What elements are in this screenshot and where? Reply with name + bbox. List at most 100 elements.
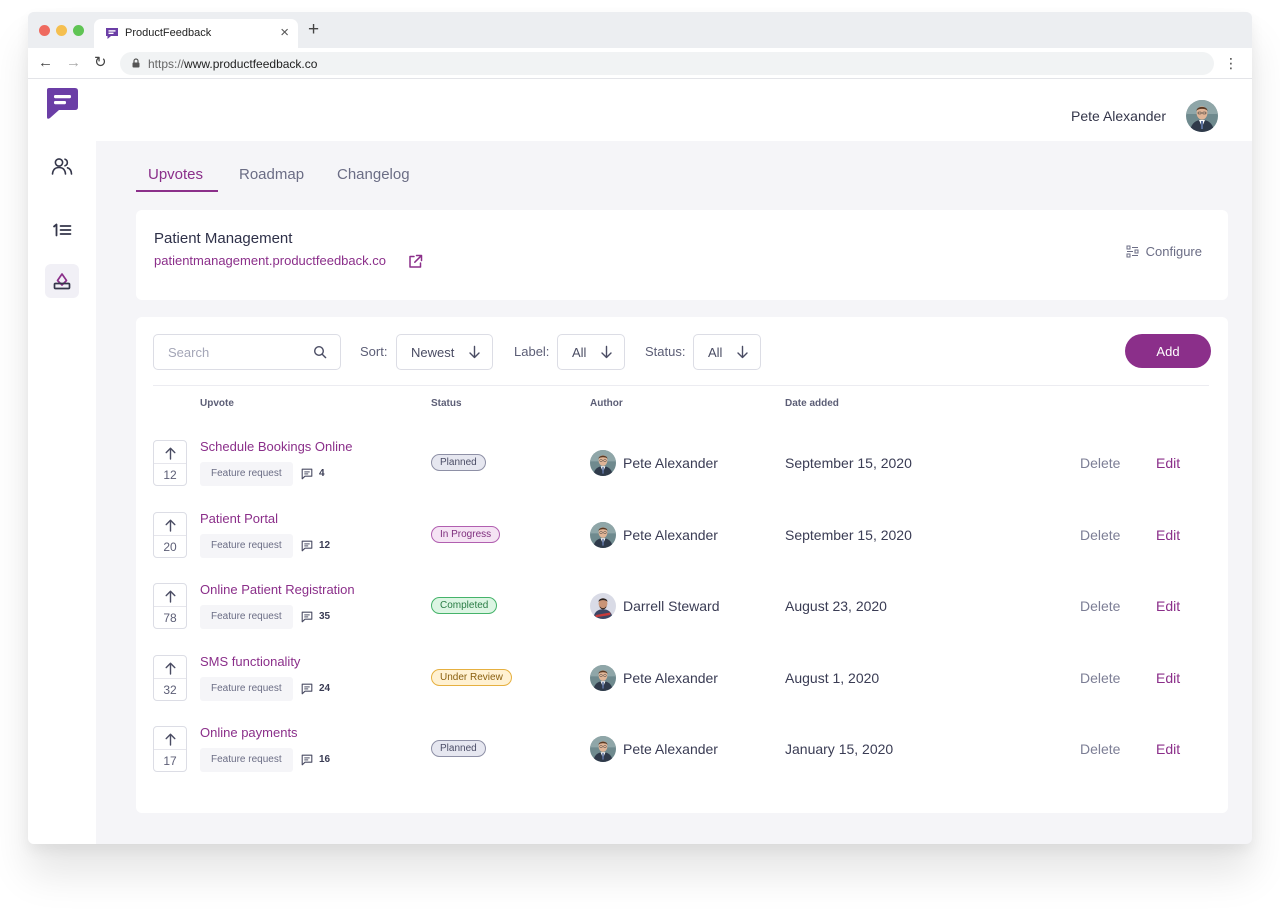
lock-icon	[132, 58, 140, 68]
delete-button[interactable]: Delete	[1080, 455, 1120, 471]
current-user-name[interactable]: Pete Alexander	[1071, 108, 1166, 124]
label-chip: Feature request	[200, 462, 293, 486]
column-header-author: Author	[590, 398, 623, 409]
tab-changelog[interactable]: Changelog	[337, 166, 410, 183]
avatar	[590, 665, 616, 691]
author-avatar-image	[590, 522, 616, 548]
table-row: 78 Online Patient Registration Feature r…	[136, 582, 1228, 655]
arrow-up-icon	[165, 519, 176, 532]
arrow-up-icon	[165, 447, 176, 460]
upvote-divider	[154, 606, 186, 607]
request-title[interactable]: SMS functionality	[200, 654, 300, 669]
arrow-up-icon	[165, 662, 176, 675]
status-badge: In Progress	[431, 526, 501, 543]
sidebar-item-users[interactable]	[45, 149, 79, 183]
active-tab-indicator	[136, 190, 218, 192]
column-header-upvote: Upvote	[200, 398, 234, 409]
sidebar-item-roadmap[interactable]	[45, 213, 79, 247]
request-title[interactable]: Online payments	[200, 725, 298, 740]
status-filter-label: Status:	[645, 344, 686, 359]
comment-icon	[301, 540, 313, 552]
table-row: 12 Schedule Bookings Online Feature requ…	[136, 439, 1228, 512]
comment-icon	[301, 611, 313, 623]
upvote-button[interactable]: 17	[153, 726, 187, 772]
browser-menu-icon[interactable]: ⋮	[1224, 53, 1238, 73]
avatar	[590, 736, 616, 762]
upvote-divider	[154, 463, 186, 464]
browser-tab-title: ProductFeedback	[125, 27, 212, 39]
edit-button[interactable]: Edit	[1156, 598, 1180, 614]
logo-icon[interactable]	[45, 87, 79, 121]
avatar	[590, 593, 616, 619]
upvote-divider	[154, 749, 186, 750]
project-card: Patient Management patientmanagement.pro…	[136, 210, 1228, 300]
status-select[interactable]: All	[693, 334, 761, 370]
upvote-button[interactable]: 20	[153, 512, 187, 558]
url-host: www.productfeedback.co	[184, 57, 318, 71]
label-select[interactable]: All	[557, 334, 625, 370]
search-placeholder: Search	[168, 345, 210, 360]
window-close-button[interactable]	[39, 25, 50, 36]
arrow-up-icon	[165, 590, 176, 603]
delete-button[interactable]: Delete	[1080, 670, 1120, 686]
author-avatar-image	[590, 736, 616, 762]
author-name: Darrell Steward	[623, 598, 720, 614]
delete-button[interactable]: Delete	[1080, 741, 1120, 757]
comment-count: 35	[319, 611, 331, 622]
author-name: Pete Alexander	[623, 527, 718, 543]
forward-icon[interactable]: →	[66, 53, 81, 73]
add-button[interactable]: Add	[1125, 334, 1211, 368]
date-added: August 1, 2020	[785, 670, 880, 686]
author-avatar-image	[590, 450, 616, 476]
project-link[interactable]: patientmanagement.productfeedback.co	[154, 253, 386, 268]
reload-icon[interactable]: ↻	[94, 53, 107, 73]
user-avatar-image	[1186, 100, 1218, 132]
window-maximize-button[interactable]	[73, 25, 84, 36]
tab-upvotes[interactable]: Upvotes	[148, 166, 203, 183]
upvote-count: 32	[163, 683, 177, 697]
address-bar[interactable]: https://www.productfeedback.co	[120, 52, 1214, 75]
configure-button[interactable]: Configure	[1126, 244, 1202, 259]
upvote-button[interactable]: 12	[153, 440, 187, 486]
edit-button[interactable]: Edit	[1156, 741, 1180, 757]
upvote-button[interactable]: 78	[153, 583, 187, 629]
delete-button[interactable]: Delete	[1080, 527, 1120, 543]
table-row: 20 Patient Portal Feature request 12 In …	[136, 511, 1228, 584]
sort-value: Newest	[411, 345, 455, 360]
sidebar-item-upvotes[interactable]	[45, 264, 79, 298]
date-added: January 15, 2020	[785, 741, 894, 757]
request-title[interactable]: Patient Portal	[200, 511, 278, 526]
author-avatar-image	[590, 665, 616, 691]
label-chip: Feature request	[200, 605, 293, 629]
browser-tab[interactable]: ProductFeedback ×	[94, 19, 298, 48]
sort-select[interactable]: Newest	[396, 334, 493, 370]
back-icon[interactable]: ←	[38, 53, 53, 73]
author-avatar-image	[590, 593, 616, 619]
tab-roadmap[interactable]: Roadmap	[239, 166, 304, 183]
request-title[interactable]: Online Patient Registration	[200, 582, 355, 597]
edit-button[interactable]: Edit	[1156, 527, 1180, 543]
edit-button[interactable]: Edit	[1156, 455, 1180, 471]
avatar[interactable]	[1186, 100, 1218, 132]
status-badge: Planned	[431, 454, 486, 471]
url-scheme: https://	[148, 57, 185, 71]
upvote-count: 20	[163, 540, 177, 554]
upvote-button[interactable]: 32	[153, 655, 187, 701]
window-minimize-button[interactable]	[56, 25, 67, 36]
edit-button[interactable]: Edit	[1156, 670, 1180, 686]
request-title[interactable]: Schedule Bookings Online	[200, 439, 353, 454]
close-tab-icon[interactable]: ×	[280, 24, 289, 42]
label-filter-label: Label:	[514, 344, 550, 359]
new-tab-button[interactable]: +	[308, 20, 319, 40]
external-link-icon[interactable]	[408, 254, 423, 269]
avatar	[590, 450, 616, 476]
configure-label: Configure	[1145, 244, 1202, 259]
search-input[interactable]: Search	[153, 334, 341, 370]
browser-toolbar: ← → ↻ https://www.productfeedback.co ⋮	[28, 48, 1252, 79]
search-icon[interactable]	[313, 345, 327, 359]
delete-button[interactable]: Delete	[1080, 598, 1120, 614]
status-badge: Completed	[431, 597, 498, 614]
users-icon	[51, 158, 73, 175]
arrow-down-icon	[736, 345, 749, 359]
upvote-icon	[53, 273, 71, 290]
